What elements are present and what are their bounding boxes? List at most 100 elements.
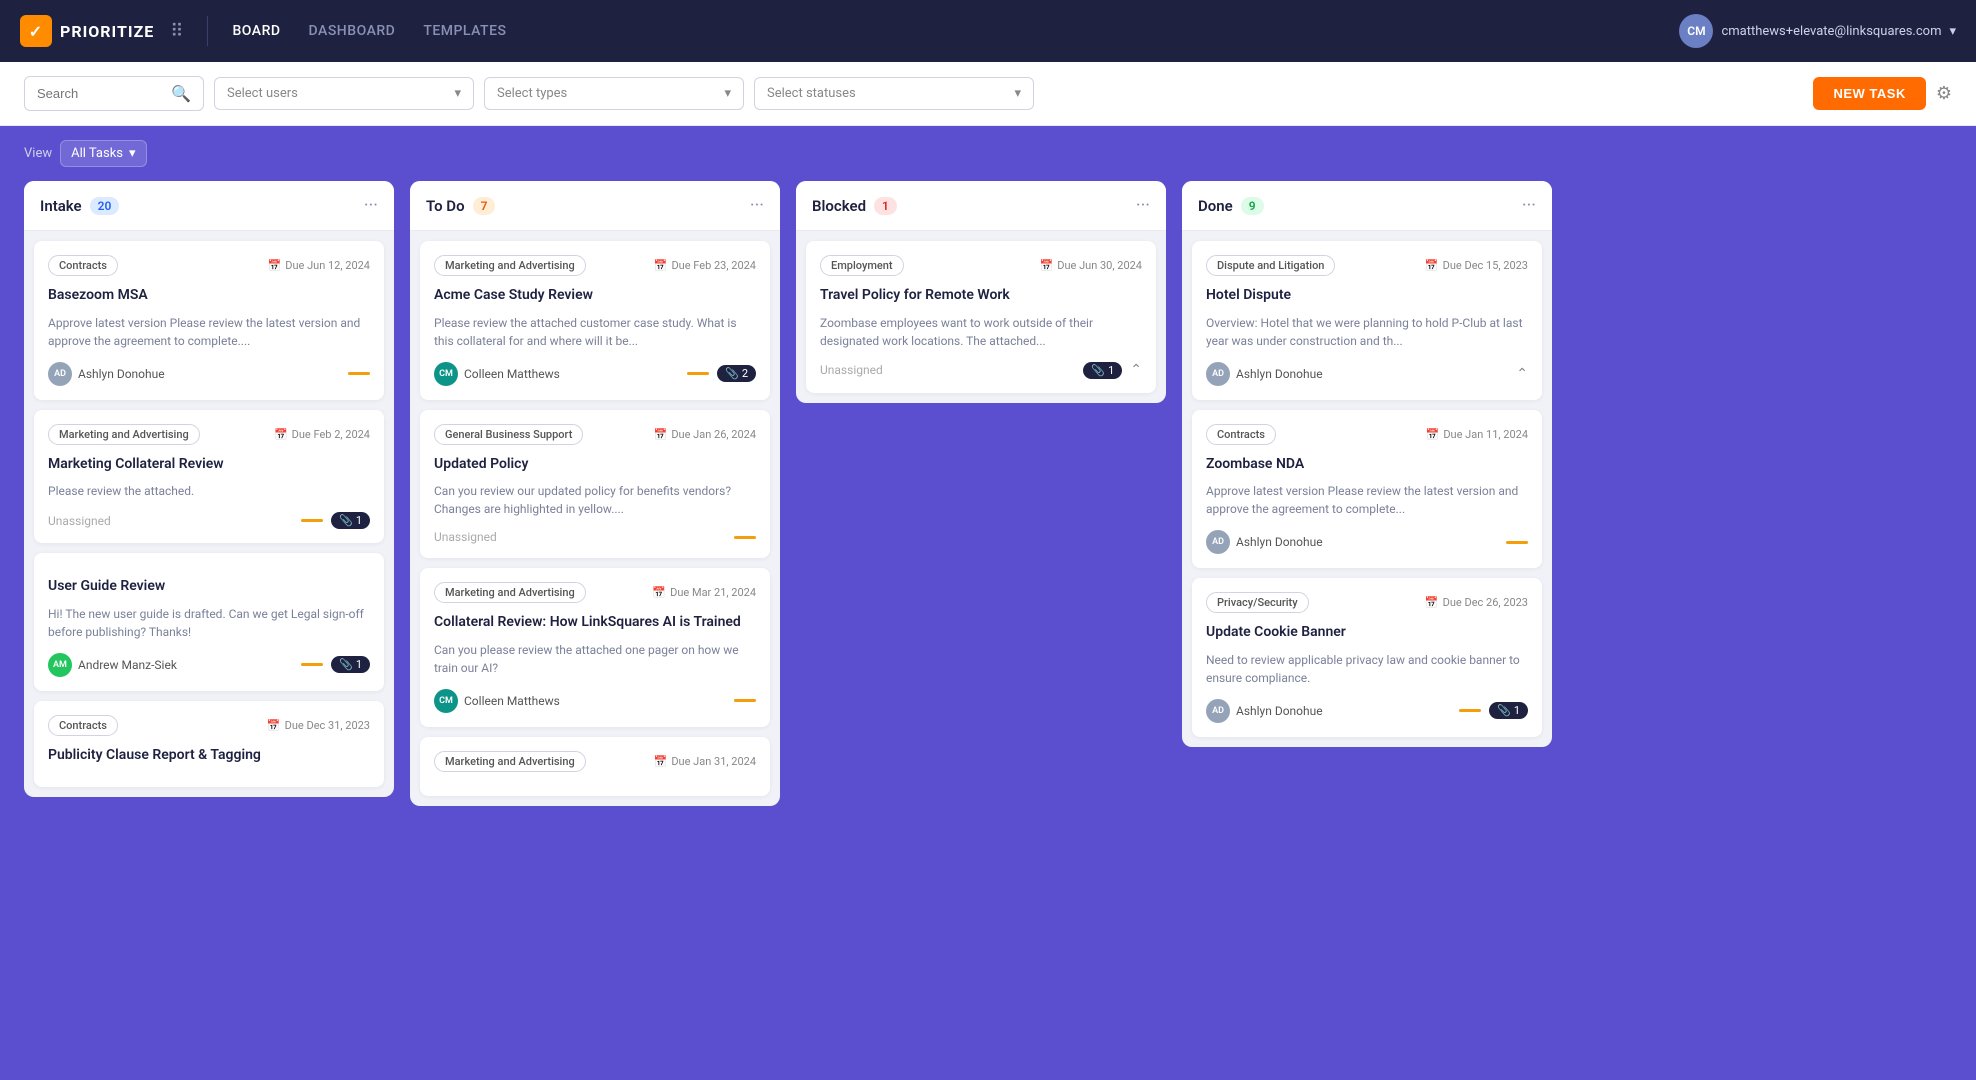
col-badge-intake: 20 <box>90 197 120 215</box>
card-meta: Marketing and Advertising 📅Due Feb 23, 2… <box>434 255 756 276</box>
board: Intake 20 ··· Contracts 📅Due Jun 12, 202… <box>0 181 1976 830</box>
card-type: Privacy/Security <box>1206 592 1309 613</box>
card-actions: ⌃ <box>1516 366 1528 382</box>
user-area[interactable]: CM cmatthews+elevate@linksquares.com ▾ <box>1679 14 1956 48</box>
col-more-todo[interactable]: ··· <box>750 195 764 216</box>
card-actions <box>1506 541 1528 544</box>
task-card[interactable]: Privacy/Security 📅Due Dec 26, 2023 Updat… <box>1192 578 1542 737</box>
grid-icon[interactable]: ⠿ <box>170 21 183 42</box>
column-blocked: Blocked 1 ··· Employment 📅Due Jun 30, 20… <box>796 181 1166 403</box>
col-more-blocked[interactable]: ··· <box>1136 195 1150 216</box>
nav-divider <box>207 16 208 46</box>
task-card[interactable]: Contracts 📅Due Jan 11, 2024 Zoombase NDA… <box>1192 410 1542 569</box>
col-more-intake[interactable]: ··· <box>364 195 378 216</box>
logo-icon: ✓ <box>20 15 52 47</box>
calendar-icon: 📅 <box>654 259 668 272</box>
task-card[interactable]: Contracts 📅Due Dec 31, 2023 Publicity Cl… <box>34 701 384 788</box>
card-due-date: 📅Due Jan 11, 2024 <box>1426 428 1528 441</box>
task-card[interactable]: Marketing and Advertising 📅Due Feb 23, 2… <box>420 241 770 400</box>
card-footer: AD Ashlyn Donohue <box>1206 530 1528 554</box>
unassigned-label: Unassigned <box>48 514 111 528</box>
search-input[interactable] <box>37 86 163 101</box>
card-actions: 📎 1 ⌃ <box>1083 362 1142 379</box>
attachment-badge: 📎 1 <box>331 512 370 529</box>
col-title-todo: To Do 7 <box>426 197 495 215</box>
users-select[interactable]: Select users ▾ <box>214 77 474 110</box>
view-label: View <box>24 146 52 161</box>
nav-board[interactable]: BOARD <box>232 23 280 39</box>
card-user: CM Colleen Matthews <box>434 689 560 713</box>
calendar-icon: 📅 <box>654 428 668 441</box>
card-due-date: 📅Due Jan 26, 2024 <box>654 428 756 441</box>
column-todo: To Do 7 ··· Marketing and Advertising 📅D… <box>410 181 780 806</box>
attachment-icon: 📎 <box>339 658 353 671</box>
col-more-done[interactable]: ··· <box>1522 195 1536 216</box>
priority-indicator <box>734 699 756 702</box>
card-due-date: 📅Due Feb 23, 2024 <box>654 259 756 272</box>
card-title: Updated Policy <box>434 455 756 475</box>
app-title: PRIORITIZE <box>60 22 154 41</box>
statuses-select-label: Select statuses <box>767 86 856 101</box>
card-footer: Unassigned <box>434 530 756 544</box>
search-box[interactable]: 🔍 <box>24 76 204 111</box>
card-desc: Hi! The new user guide is drafted. Can w… <box>48 605 370 641</box>
col-header-todo: To Do 7 ··· <box>410 181 780 231</box>
user-name: Colleen Matthews <box>464 694 560 708</box>
task-card[interactable]: Marketing and Advertising 📅Due Feb 2, 20… <box>34 410 384 544</box>
new-task-button[interactable]: NEW TASK <box>1813 77 1925 110</box>
col-badge-todo: 7 <box>473 197 496 215</box>
calendar-icon: 📅 <box>267 719 281 732</box>
card-meta: Contracts 📅Due Jan 11, 2024 <box>1206 424 1528 445</box>
user-name: Ashlyn Donohue <box>1236 535 1323 549</box>
user-avatar: CM <box>1679 14 1713 48</box>
task-card[interactable]: Dispute and Litigation 📅Due Dec 15, 2023… <box>1192 241 1542 400</box>
card-meta: Contracts 📅Due Jun 12, 2024 <box>48 255 370 276</box>
view-chevron-icon: ▾ <box>129 146 136 161</box>
task-card[interactable]: Marketing and Advertising 📅Due Mar 21, 2… <box>420 568 770 727</box>
nav-dashboard[interactable]: DASHBOARD <box>309 23 396 39</box>
card-user: CM Colleen Matthews <box>434 362 560 386</box>
task-card[interactable]: Marketing and Advertising 📅Due Jan 31, 2… <box>420 737 770 796</box>
col-body-blocked: Employment 📅Due Jun 30, 2024 Travel Poli… <box>796 231 1166 403</box>
card-footer: CM Colleen Matthews <box>434 689 756 713</box>
calendar-icon: 📅 <box>1425 259 1439 272</box>
card-actions: 📎 1 <box>1459 702 1528 719</box>
task-card[interactable]: General Business Support 📅Due Jan 26, 20… <box>420 410 770 559</box>
card-meta: General Business Support 📅Due Jan 26, 20… <box>434 424 756 445</box>
statuses-chevron-icon: ▾ <box>1014 86 1021 101</box>
attachment-count: 1 <box>356 658 362 671</box>
task-card[interactable]: User Guide Review Hi! The new user guide… <box>34 553 384 691</box>
attachment-badge: 📎 1 <box>1083 362 1122 379</box>
card-desc: Approve latest version Please review the… <box>1206 482 1528 518</box>
user-name: Ashlyn Donohue <box>1236 367 1323 381</box>
view-select[interactable]: All Tasks ▾ <box>60 140 146 167</box>
card-footer: AD Ashlyn Donohue ⌃ <box>1206 362 1528 386</box>
expand-icon[interactable]: ⌃ <box>1130 362 1142 378</box>
priority-indicator <box>734 536 756 539</box>
expand-icon[interactable]: ⌃ <box>1516 366 1528 382</box>
card-type: Contracts <box>48 715 118 736</box>
card-footer: CM Colleen Matthews 📎 2 <box>434 362 756 386</box>
types-select[interactable]: Select types ▾ <box>484 77 744 110</box>
filter-bar: 🔍 Select users ▾ Select types ▾ Select s… <box>0 62 1976 126</box>
card-footer: AD Ashlyn Donohue <box>48 362 370 386</box>
card-title: User Guide Review <box>48 577 370 597</box>
settings-icon[interactable]: ⚙ <box>1936 83 1952 104</box>
task-card[interactable]: Contracts 📅Due Jun 12, 2024 Basezoom MSA… <box>34 241 384 400</box>
card-due-date: 📅Due Mar 21, 2024 <box>652 586 756 599</box>
attachment-icon: 📎 <box>1091 364 1105 377</box>
view-value: All Tasks <box>71 146 123 161</box>
card-title: Collateral Review: How LinkSquares AI is… <box>434 613 756 633</box>
card-meta: Contracts 📅Due Dec 31, 2023 <box>48 715 370 736</box>
attachment-count: 1 <box>1514 704 1520 717</box>
card-footer: Unassigned 📎 1 ⌃ <box>820 362 1142 379</box>
priority-indicator <box>301 519 323 522</box>
card-user: AD Ashlyn Donohue <box>1206 530 1323 554</box>
task-card[interactable]: Employment 📅Due Jun 30, 2024 Travel Poli… <box>806 241 1156 393</box>
calendar-icon: 📅 <box>1425 596 1439 609</box>
attachment-icon: 📎 <box>339 514 353 527</box>
nav-templates[interactable]: TEMPLATES <box>423 23 506 39</box>
attachment-icon: 📎 <box>1497 704 1511 717</box>
attachment-badge: 📎 1 <box>1489 702 1528 719</box>
statuses-select[interactable]: Select statuses ▾ <box>754 77 1034 110</box>
